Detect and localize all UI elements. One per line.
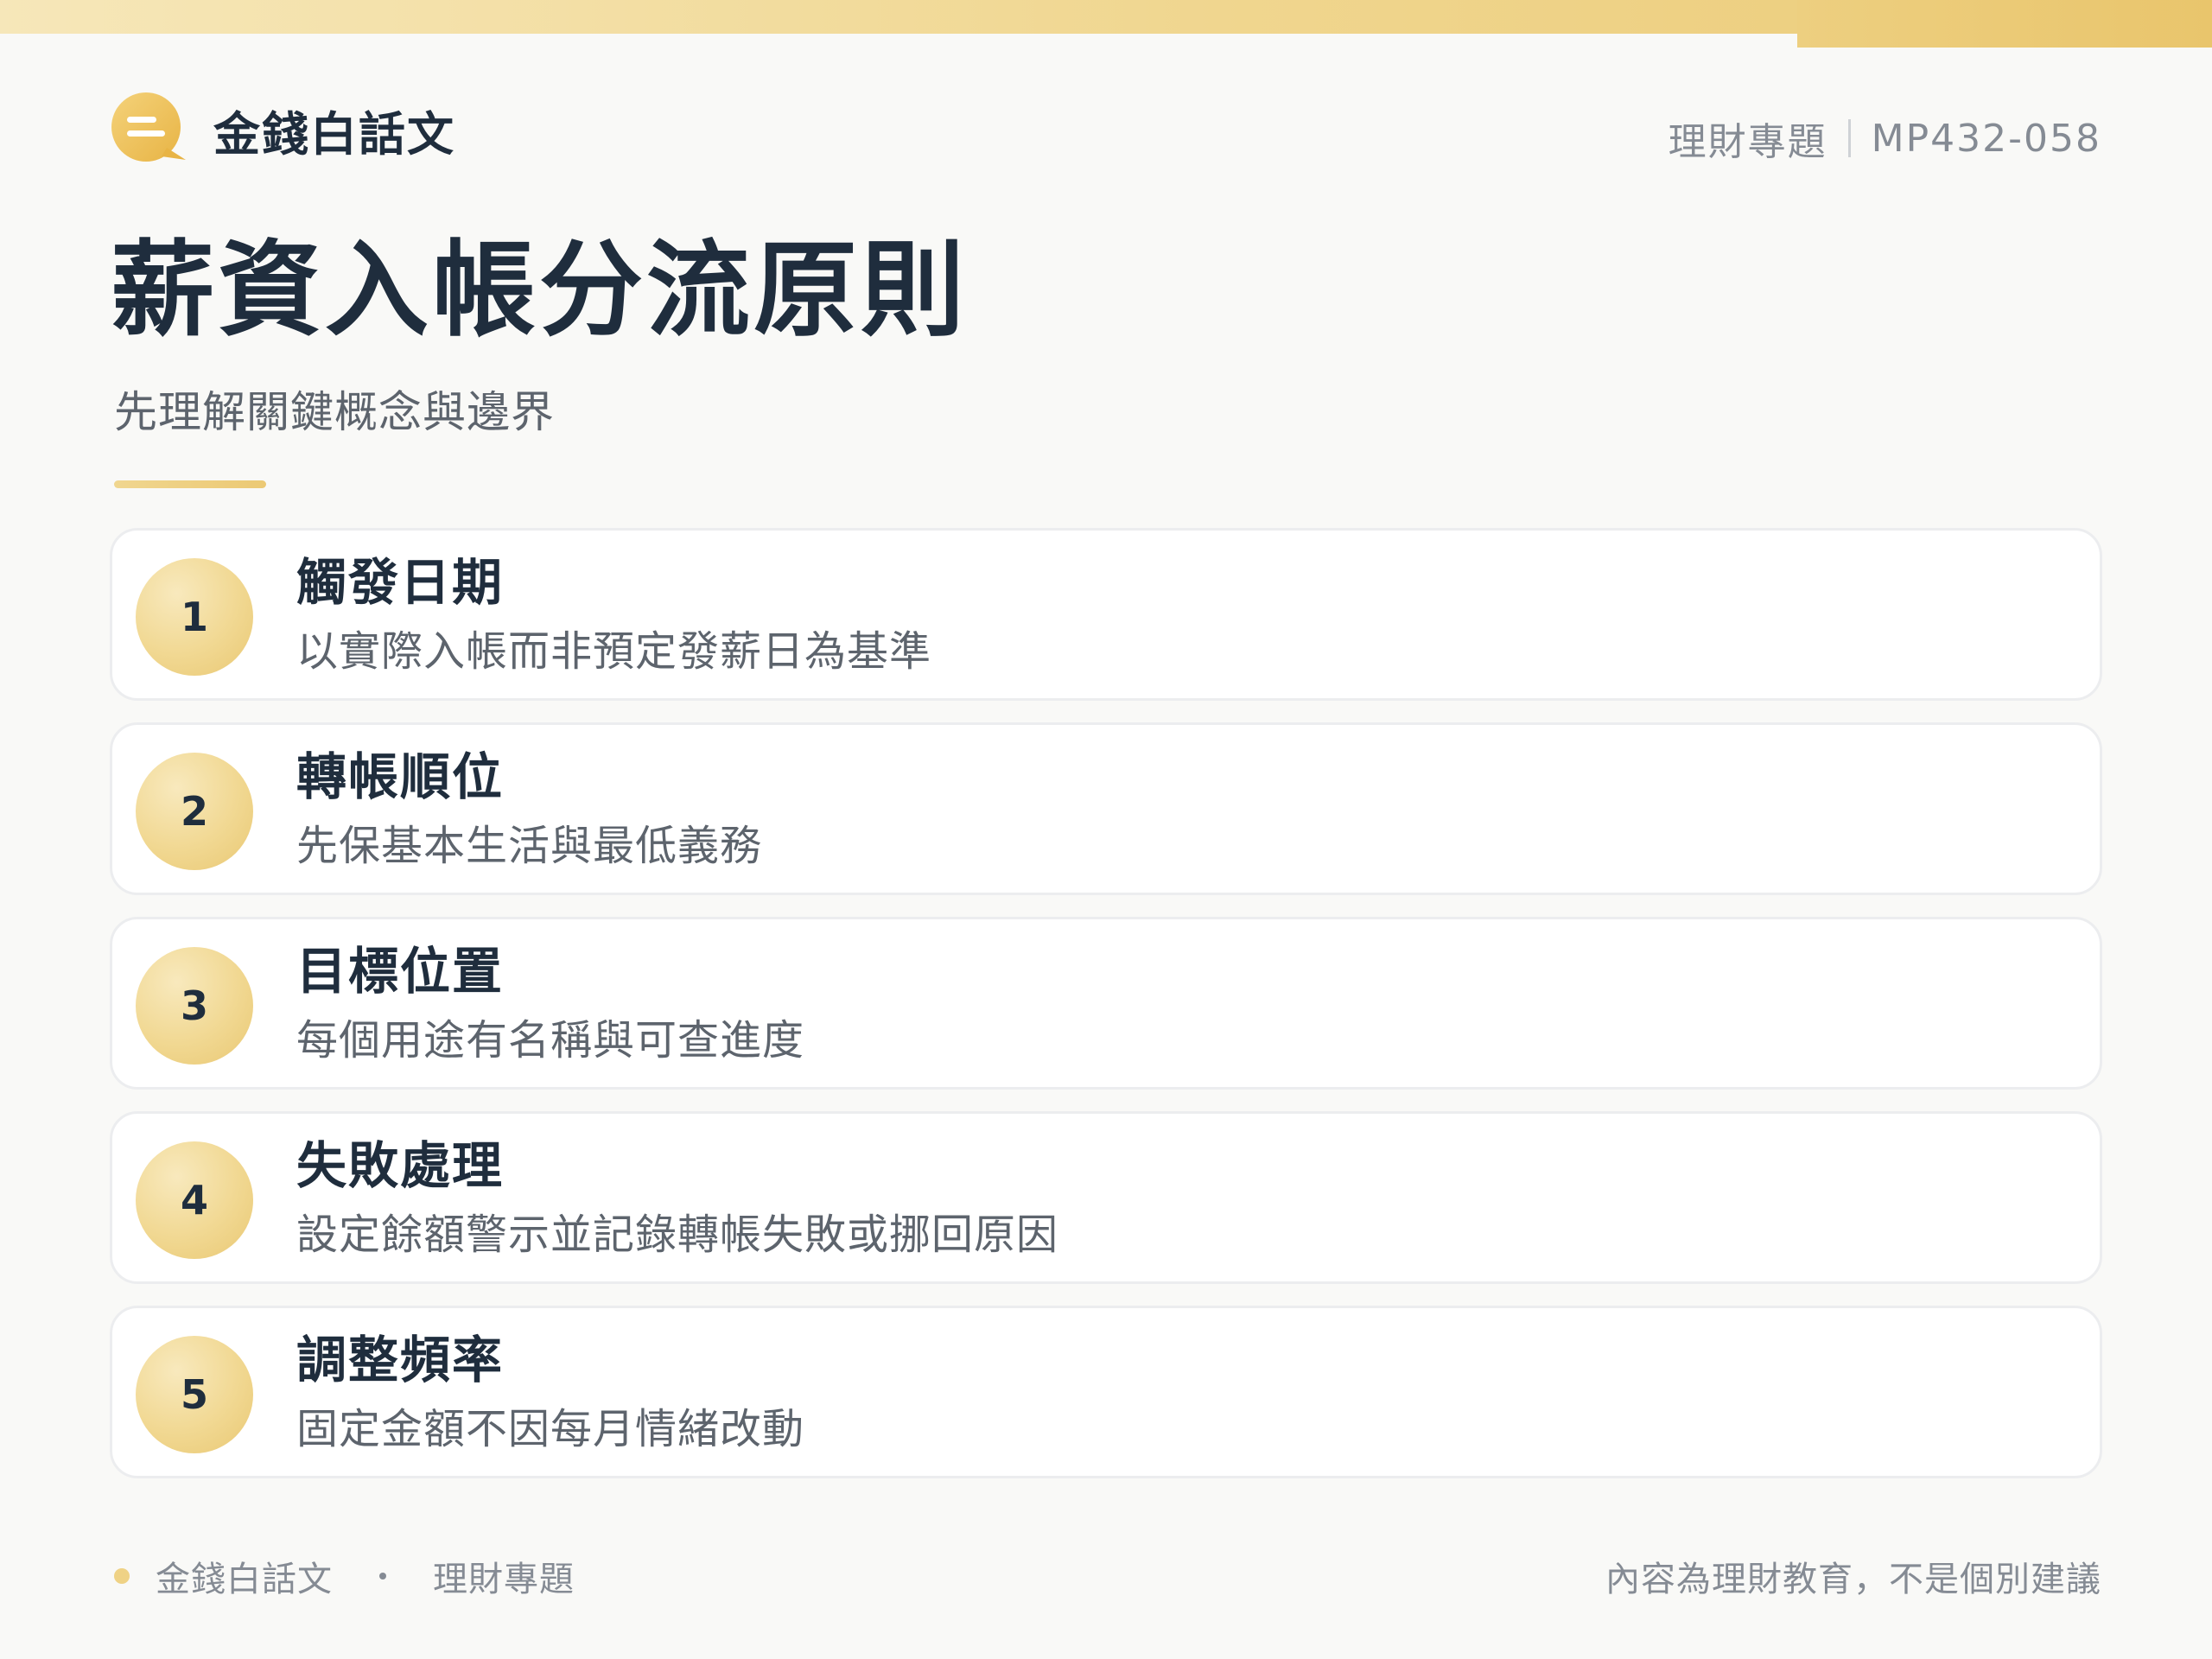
step-description: 固定金額不因每月情緒改動	[296, 1405, 805, 1453]
step-title: 觸發日期	[296, 553, 505, 612]
top-accent-tab	[1797, 0, 2212, 48]
step-description: 每個用途有名稱與可查進度	[296, 1016, 805, 1065]
header-code: MP432-058	[1871, 116, 2101, 161]
step-number-badge: 5	[136, 1336, 253, 1453]
brand-name: 金錢白話文	[213, 106, 455, 162]
footer-separator-icon	[379, 1573, 386, 1580]
step-title: 轉帳順位	[296, 747, 505, 806]
step-number-badge: 4	[136, 1141, 253, 1259]
step-number-badge: 3	[136, 947, 253, 1065]
step-title: 目標位置	[296, 942, 505, 1001]
brand: 金錢白話文	[110, 91, 455, 168]
list-item: 1 觸發日期 以實際入帳而非預定發薪日為基準	[110, 528, 2102, 701]
footer-brand: 金錢白話文	[156, 1560, 333, 1599]
step-number-badge: 2	[136, 753, 253, 870]
list-item: 2 轉帳順位 先保基本生活與最低義務	[110, 722, 2102, 895]
step-number-badge: 1	[136, 558, 253, 676]
footer-left: 金錢白話文 理財專題	[114, 1551, 575, 1601]
steps-list: 1 觸發日期 以實際入帳而非預定發薪日為基準 2 轉帳順位 先保基本生活與最低義…	[110, 528, 2102, 1500]
step-title: 調整頻率	[296, 1331, 505, 1389]
step-description: 以實際入帳而非預定發薪日為基準	[296, 627, 932, 676]
footer-dot-icon	[114, 1568, 130, 1584]
list-item: 3 目標位置 每個用途有名稱與可查進度	[110, 917, 2102, 1090]
speech-bubble-icon	[110, 91, 188, 168]
list-item: 4 失敗處理 設定餘額警示並記錄轉帳失敗或挪回原因	[110, 1111, 2102, 1284]
footer-disclaimer: 內容為理財教育，不是個別建議	[1605, 1560, 2101, 1599]
step-description: 設定餘額警示並記錄轉帳失敗或挪回原因	[296, 1211, 1059, 1259]
list-item: 5 調整頻率 固定金額不因每月情緒改動	[110, 1306, 2102, 1478]
header-meta: 理財專題 MP432-058	[1669, 111, 2101, 166]
footer-category: 理財專題	[433, 1560, 575, 1599]
header-divider	[1847, 119, 1851, 157]
page-subtitle: 先理解關鍵概念與邊界	[114, 387, 555, 437]
header-category: 理財專題	[1668, 120, 1827, 164]
page-title: 薪資入帳分流原則	[111, 231, 968, 351]
step-title: 失敗處理	[296, 1136, 505, 1195]
title-accent-line	[114, 480, 266, 488]
step-description: 先保基本生活與最低義務	[296, 822, 763, 870]
